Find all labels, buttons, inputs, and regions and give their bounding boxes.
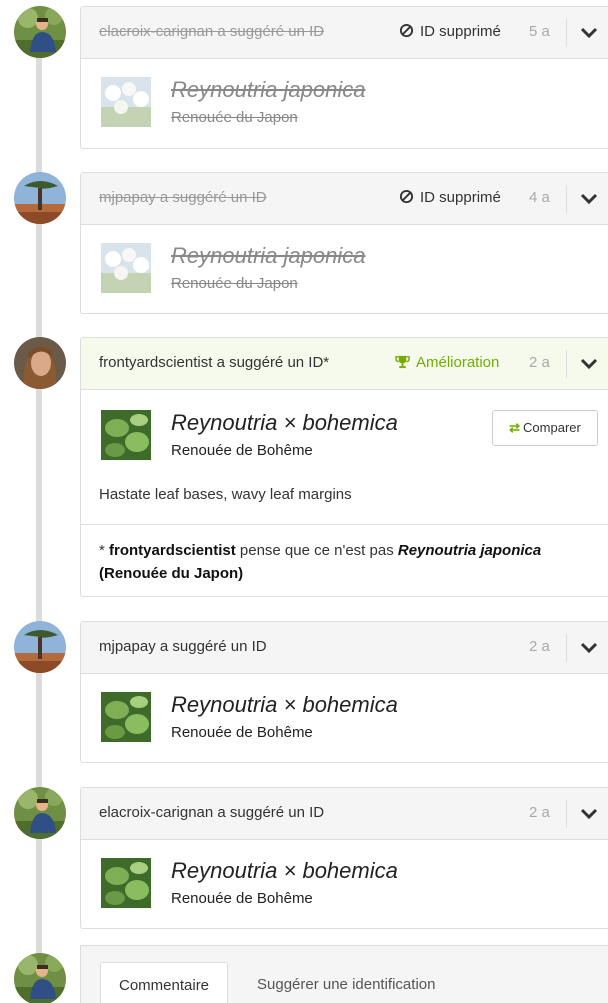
taxon-block: Reynoutria × bohemica Renouée de Bohême — [101, 692, 501, 744]
divider — [566, 19, 567, 47]
taxon-block: Reynoutria japonica Renouée du Japon — [101, 77, 501, 129]
header-text: elacroix-carignan a suggéré un ID — [99, 23, 324, 40]
current-user-avatar[interactable] — [14, 953, 66, 1003]
taxon-common-name: Renouée du Japon — [171, 109, 298, 126]
chevron-down-icon[interactable] — [579, 806, 599, 822]
tab-suggest-id[interactable]: Suggérer une identification — [239, 962, 453, 1003]
disagree-taxon-link[interactable]: Reynoutria japonica — [398, 542, 541, 559]
age-label: 4 a — [529, 189, 550, 206]
id-status: Amélioration — [395, 354, 499, 371]
card-header: frontyardscientist a suggéré un ID* Amél… — [81, 338, 608, 390]
user-avatar[interactable] — [14, 172, 66, 224]
taxon-photo[interactable] — [101, 243, 151, 293]
taxon-photo[interactable] — [101, 858, 151, 908]
taxon-photo[interactable] — [101, 77, 151, 127]
id-status: ID supprimé — [399, 23, 501, 40]
user-avatar[interactable] — [14, 337, 66, 389]
taxon-photo[interactable] — [101, 410, 151, 460]
card-header: mjpapay a suggéré un ID ID supprimé 4 a — [81, 173, 608, 225]
taxon-common-name: Renouée de Bohême — [171, 724, 313, 741]
disagree-taxon-common: (Renouée du Japon) — [99, 565, 244, 582]
user-link[interactable]: frontyardscientist — [99, 354, 212, 371]
divider — [566, 634, 567, 662]
header-text: frontyardscientist a suggéré un ID* — [99, 354, 329, 371]
user-link[interactable]: elacroix-carignan — [99, 23, 213, 40]
exchange-icon: ⇄ — [509, 420, 521, 435]
divider — [566, 350, 567, 378]
taxon-name[interactable]: Reynoutria × bohemica — [171, 410, 398, 436]
taxon-common-name: Renouée du Japon — [171, 275, 298, 292]
header-text: mjpapay a suggéré un ID — [99, 189, 267, 206]
user-avatar[interactable] — [14, 787, 66, 839]
ban-icon — [399, 189, 414, 204]
user-avatar[interactable] — [14, 6, 66, 58]
trophy-icon — [395, 355, 410, 369]
action-text: a suggéré un ID* — [216, 354, 330, 371]
activity-tabs: Commentaire Suggérer une identification — [80, 945, 608, 1003]
identification-card: elacroix-carignan a suggéré un ID ID sup… — [80, 6, 608, 149]
taxon-block: Reynoutria × bohemica Renouée de Bohême — [101, 858, 501, 910]
chevron-down-icon[interactable] — [579, 25, 599, 41]
id-status: ID supprimé — [399, 189, 501, 206]
age-label: 5 a — [529, 23, 550, 40]
taxon-block: Reynoutria × bohemica Renouée de Bohême — [101, 410, 501, 462]
age-label: 2 a — [529, 804, 550, 821]
disagree-user-link[interactable]: frontyardscientist — [109, 542, 236, 559]
taxon-name[interactable]: Reynoutria × bohemica — [171, 692, 398, 718]
taxon-common-name: Renouée de Bohême — [171, 442, 313, 459]
taxon-block: Reynoutria japonica Renouée du Japon — [101, 243, 501, 295]
taxon-photo[interactable] — [101, 692, 151, 742]
chevron-down-icon[interactable] — [579, 191, 599, 207]
action-text: a suggéré un ID — [217, 804, 325, 821]
header-text: mjpapay a suggéré un ID — [99, 638, 267, 655]
taxon-common-name: Renouée de Bohême — [171, 890, 313, 907]
taxon-name[interactable]: Reynoutria japonica — [171, 243, 365, 269]
divider — [566, 185, 567, 213]
card-header: mjpapay a suggéré un ID 2 a — [81, 622, 608, 674]
user-link[interactable]: mjpapay — [99, 189, 156, 206]
age-label: 2 a — [529, 354, 550, 371]
user-link[interactable]: mjpapay — [99, 638, 156, 655]
card-header: elacroix-carignan a suggéré un ID ID sup… — [81, 7, 608, 59]
chevron-down-icon[interactable] — [579, 640, 599, 656]
identification-remark: Hastate leaf bases, wavy leaf margins — [99, 486, 352, 503]
identification-card: elacroix-carignan a suggéré un ID 2 a Re… — [80, 787, 608, 929]
age-label: 2 a — [529, 638, 550, 655]
compare-button[interactable]: ⇄ Comparer — [492, 410, 598, 446]
identification-card: mjpapay a suggéré un ID ID supprimé 4 a … — [80, 172, 608, 314]
chevron-down-icon[interactable] — [579, 356, 599, 372]
divider — [566, 800, 567, 828]
ban-icon — [399, 23, 414, 38]
header-text: elacroix-carignan a suggéré un ID — [99, 804, 324, 821]
user-link[interactable]: elacroix-carignan — [99, 804, 213, 821]
identification-card: frontyardscientist a suggéré un ID* Amél… — [80, 337, 608, 597]
identification-card: mjpapay a suggéré un ID 2 a Reynoutria ×… — [80, 621, 608, 763]
tab-comment[interactable]: Commentaire — [100, 962, 229, 1003]
taxon-name[interactable]: Reynoutria × bohemica — [171, 858, 398, 884]
card-header: elacroix-carignan a suggéré un ID 2 a — [81, 788, 608, 840]
user-avatar[interactable] — [14, 621, 66, 673]
action-text: a suggéré un ID — [159, 638, 267, 655]
action-text: a suggéré un ID — [217, 23, 325, 40]
action-text: a suggéré un ID — [159, 189, 267, 206]
disagreement-note: * frontyardscientist pense que ce n'est … — [81, 524, 608, 599]
taxon-name[interactable]: Reynoutria japonica — [171, 77, 365, 103]
